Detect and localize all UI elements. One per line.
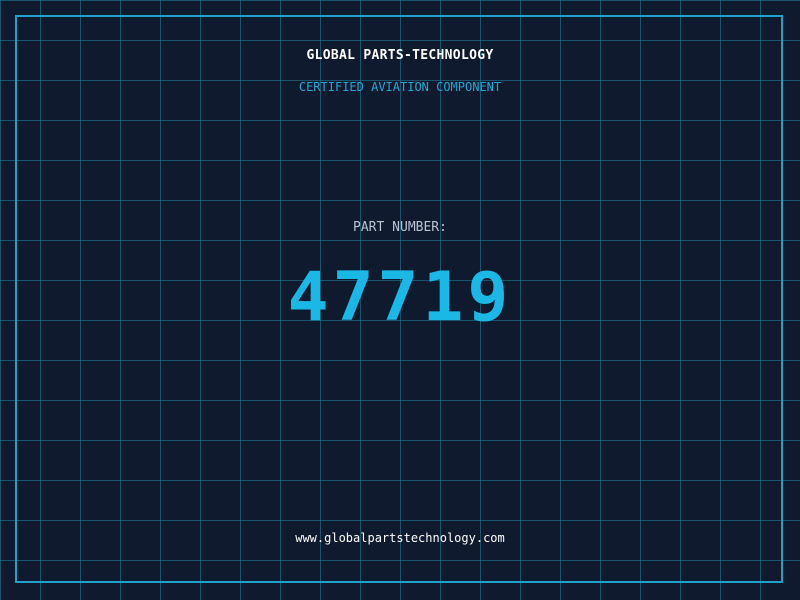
company-name: GLOBAL PARTS-TECHNOLOGY: [306, 48, 494, 63]
label-canvas: GLOBAL PARTS-TECHNOLOGY CERTIFIED AVIATI…: [0, 0, 800, 600]
part-number-value: 47719: [287, 258, 513, 337]
tagline: CERTIFIED AVIATION COMPONENT: [298, 80, 502, 94]
website-url: www.globalpartstechnology.com: [295, 531, 505, 545]
part-number-label: PART NUMBER:: [353, 220, 447, 235]
